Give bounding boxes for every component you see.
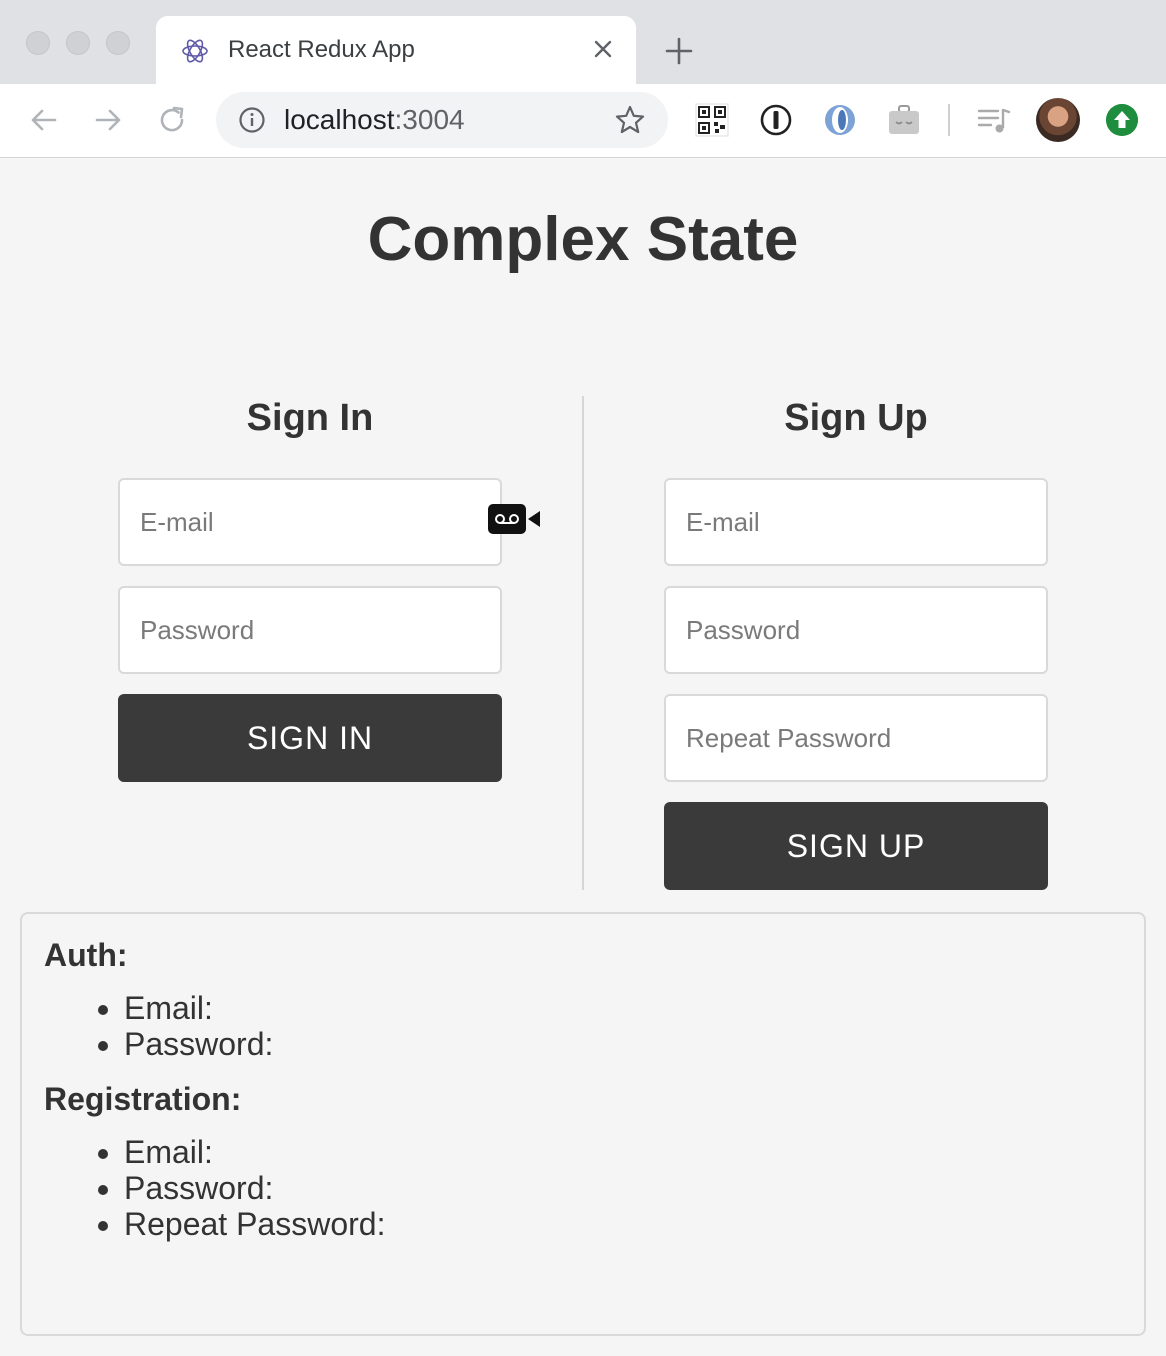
address-bar[interactable]: localhost:3004 (216, 92, 668, 148)
state-panel: Auth: Email: Password: Registration: Ema… (20, 912, 1146, 1336)
list-item: Password: (124, 1026, 1122, 1062)
url-text[interactable]: localhost:3004 (284, 104, 465, 136)
registration-heading: Registration: (44, 1081, 242, 1117)
sign-in-form: Sign In SIGN IN (118, 390, 502, 782)
tab-strip: React Redux App (0, 0, 1166, 84)
sign-up-email-field[interactable] (664, 478, 1048, 566)
tab-title: React Redux App (228, 36, 415, 63)
sign-in-button[interactable]: SIGN IN (118, 694, 502, 782)
maximize-window-button[interactable] (106, 31, 130, 55)
forward-icon[interactable] (90, 102, 126, 138)
info-icon[interactable] (238, 106, 266, 134)
sign-up-title: Sign Up (784, 397, 928, 439)
auth-heading: Auth: (44, 937, 128, 973)
browser-tab[interactable]: React Redux App (156, 16, 636, 84)
close-window-button[interactable] (26, 31, 50, 55)
list-item: Password: (124, 1170, 1122, 1206)
password-manager-icon[interactable] (758, 102, 794, 138)
sign-in-email-field[interactable] (118, 478, 502, 566)
url-port: :3004 (394, 104, 465, 135)
avatar[interactable] (1036, 98, 1080, 142)
list-item: Repeat Password: (124, 1206, 1122, 1242)
video-record-icon[interactable] (488, 504, 542, 534)
react-favicon-icon (182, 39, 208, 63)
sign-up-button[interactable]: SIGN UP (664, 802, 1048, 890)
sign-up-password-field[interactable] (664, 586, 1048, 674)
update-icon[interactable] (1106, 104, 1138, 136)
playlist-icon[interactable] (976, 102, 1012, 138)
sign-in-password-field[interactable] (118, 586, 502, 674)
minimize-window-button[interactable] (66, 31, 90, 55)
sign-in-title: Sign In (246, 397, 374, 439)
star-icon[interactable] (614, 104, 646, 136)
back-icon[interactable] (26, 102, 62, 138)
plus-icon[interactable] (662, 34, 696, 68)
url-host: localhost (284, 104, 395, 135)
auth-list: Email: Password: (44, 990, 1122, 1062)
browser-chrome: React Redux App localhost:3004 (0, 0, 1166, 158)
sign-up-form: Sign Up SIGN UP (664, 390, 1048, 890)
toolbar-separator (948, 104, 950, 136)
sign-up-repeat-password-field[interactable] (664, 694, 1048, 782)
registration-list: Email: Password: Repeat Password: (44, 1134, 1122, 1242)
list-item: Email: (124, 990, 1122, 1026)
qr-code-icon[interactable] (694, 102, 730, 138)
briefcase-icon[interactable] (886, 102, 922, 138)
column-divider (582, 396, 584, 890)
close-icon[interactable] (588, 34, 618, 64)
list-item: Email: (124, 1134, 1122, 1170)
reload-icon[interactable] (154, 102, 190, 138)
page-title: Complex State (367, 205, 799, 274)
browser-toolbar: localhost:3004 (0, 84, 1166, 158)
extension-icon[interactable] (822, 102, 858, 138)
